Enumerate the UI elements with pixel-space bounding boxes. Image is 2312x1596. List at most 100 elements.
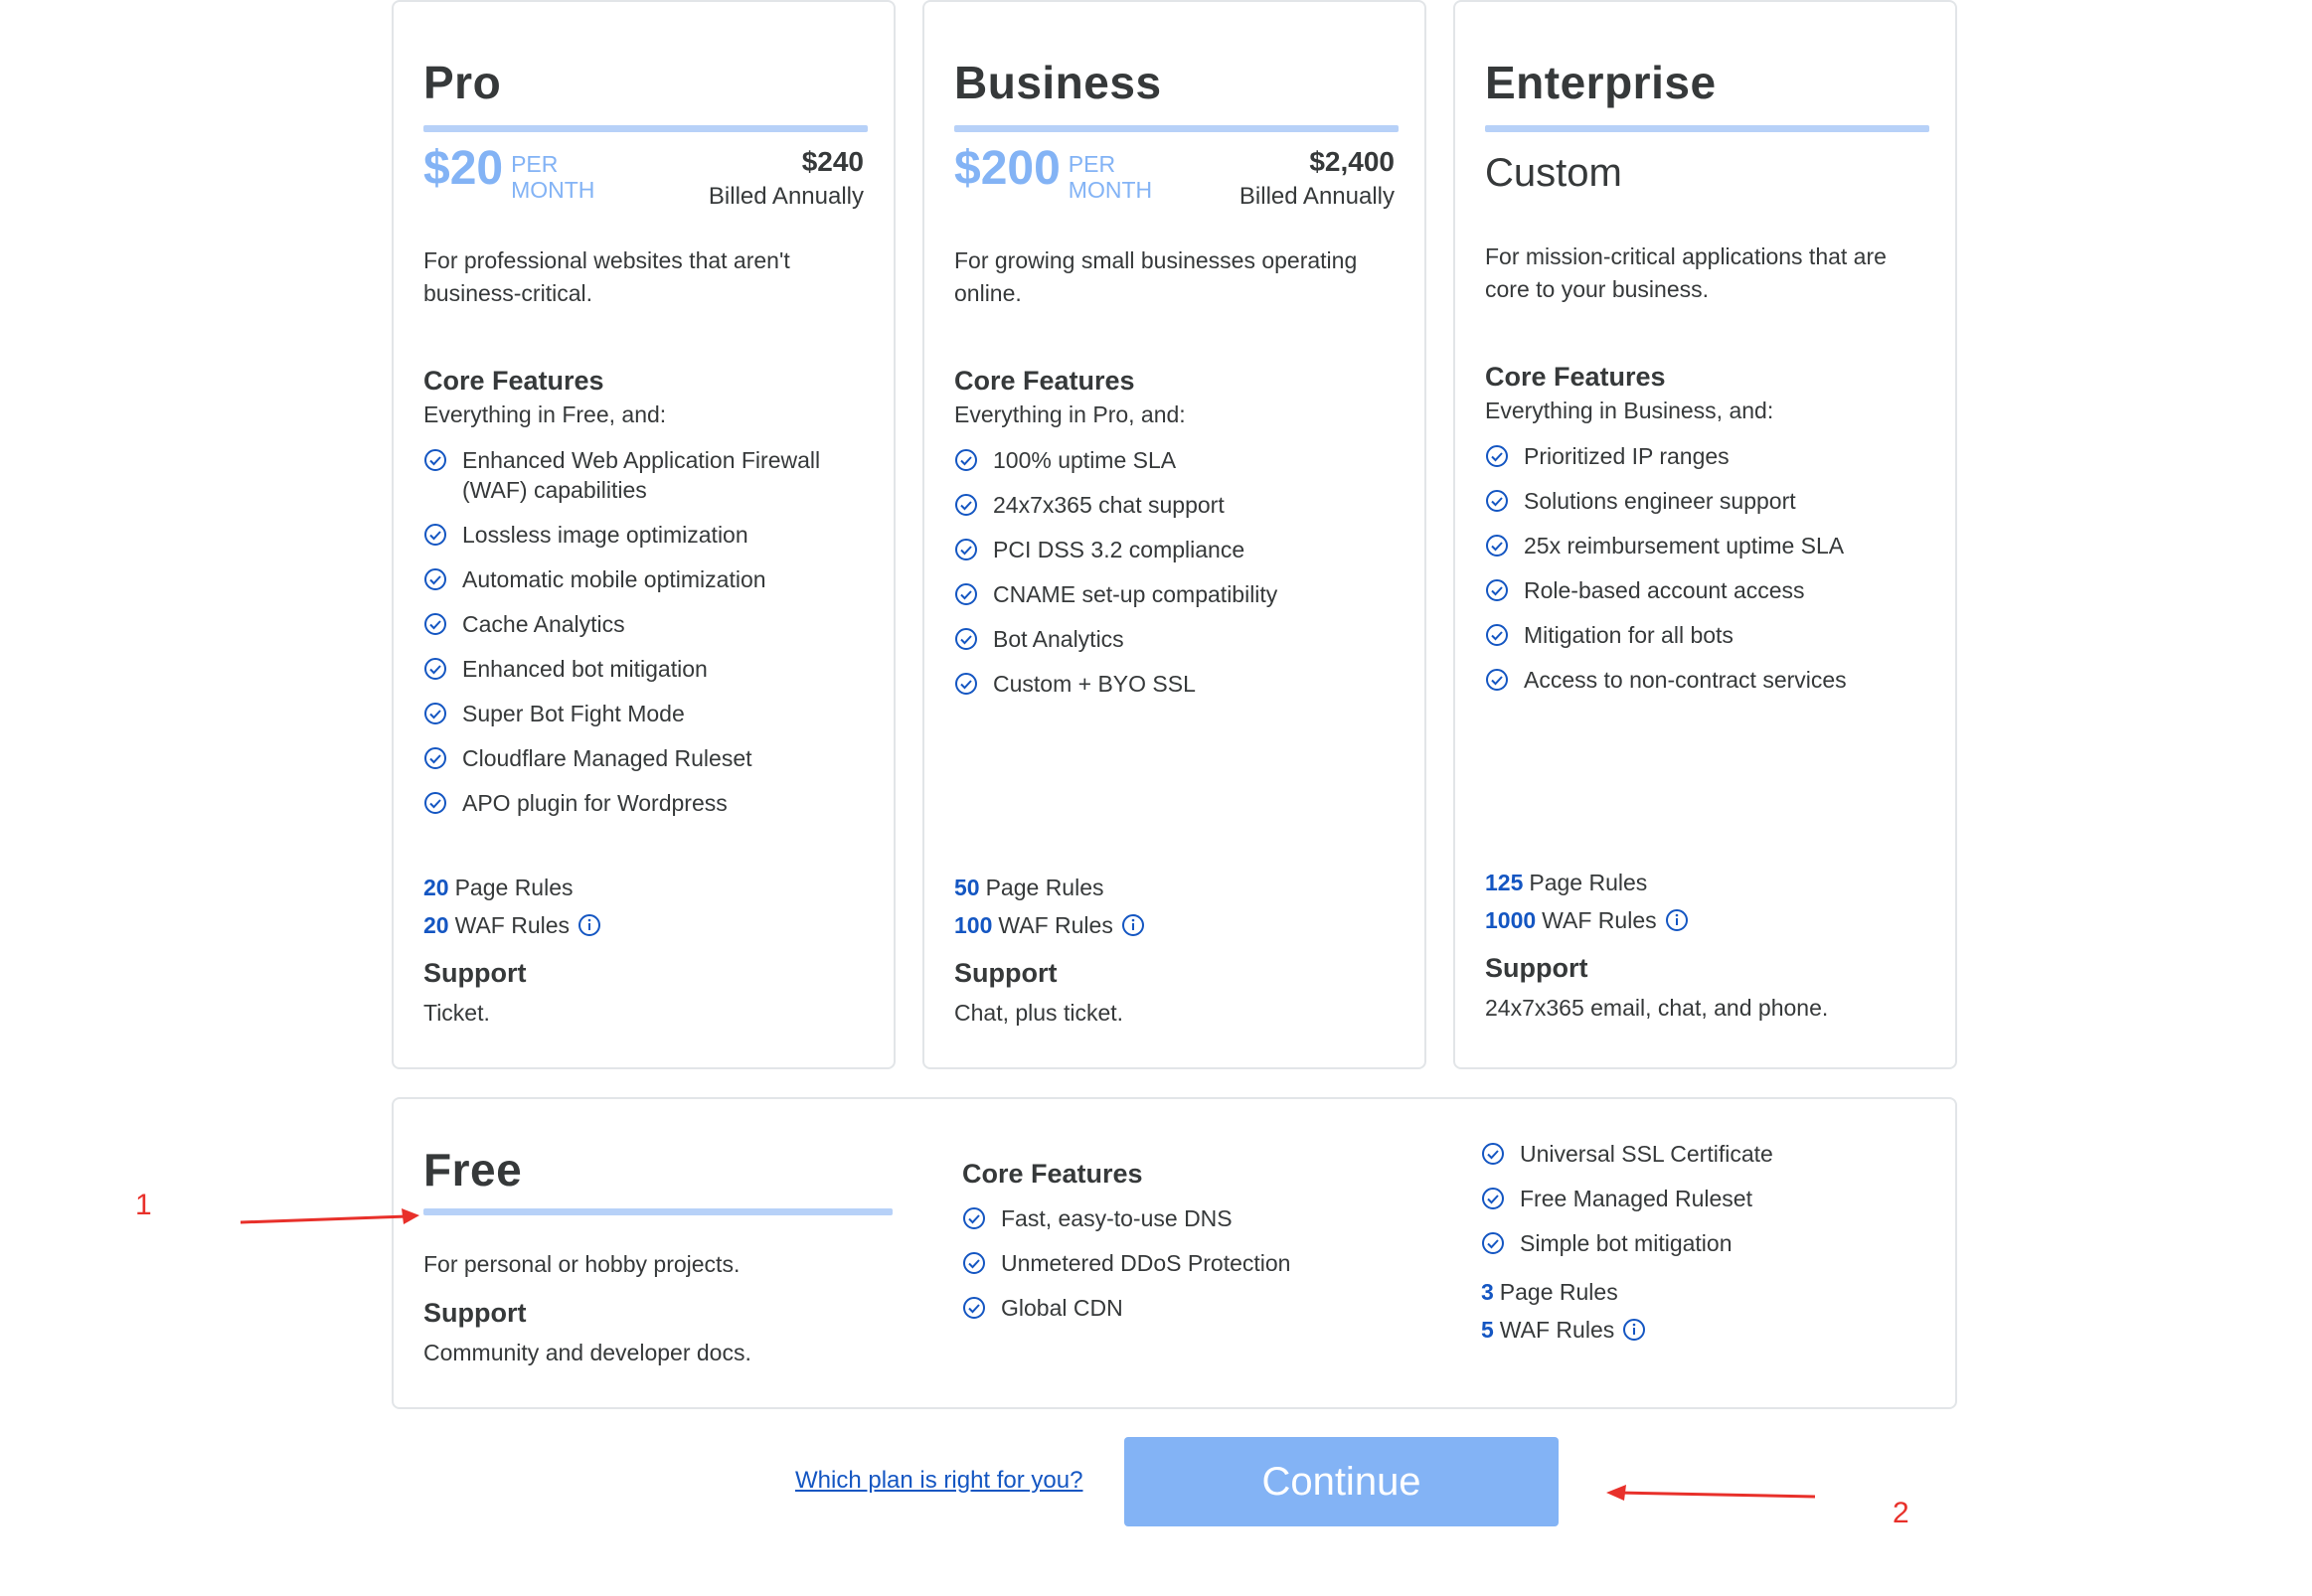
info-circle-icon[interactable]: [1665, 908, 1689, 932]
feature-item: Lossless image optimization: [423, 520, 861, 550]
info-circle-icon[interactable]: [1121, 913, 1145, 937]
feature-item: Cloudflare Managed Ruleset: [423, 743, 861, 773]
title-underline: [423, 125, 868, 132]
feature-item: Free Managed Ruleset: [1481, 1184, 1918, 1213]
support-text: Ticket.: [423, 1000, 490, 1026]
title-underline: [423, 1208, 893, 1215]
feature-label: Enhanced Web Application Firewall (WAF) …: [462, 447, 821, 503]
core-features-subtitle: Everything in Business, and:: [1485, 398, 1774, 423]
info-circle-icon[interactable]: [1622, 1318, 1646, 1342]
check-circle-icon: [963, 1207, 985, 1229]
check-circle-icon: [1486, 579, 1508, 601]
feature-label: Bot Analytics: [993, 626, 1124, 652]
feature-label: Prioritized IP ranges: [1524, 443, 1730, 469]
plan-title: Free: [423, 1144, 523, 1196]
feature-item: CNAME set-up compatibility: [954, 579, 1392, 609]
custom-price: Custom: [1485, 151, 1622, 195]
plan-title: Enterprise: [1485, 57, 1717, 108]
plan-card-free[interactable]: Free For personal or hobby projects. Sup…: [392, 1097, 1957, 1409]
continue-button[interactable]: Continue: [1124, 1437, 1559, 1526]
plan-title: Pro: [423, 57, 502, 108]
feature-item: Cache Analytics: [423, 609, 861, 639]
annual-total: $2,400: [1309, 146, 1395, 177]
which-plan-link[interactable]: Which plan is right for you?: [795, 1467, 1082, 1495]
check-circle-icon: [1482, 1143, 1504, 1165]
feature-label: APO plugin for Wordpress: [462, 790, 728, 816]
check-circle-icon: [1486, 669, 1508, 691]
price-period: PER MONTH: [511, 151, 595, 203]
feature-item: Super Bot Fight Mode: [423, 699, 861, 728]
feature-label: Enhanced bot mitigation: [462, 656, 708, 682]
check-circle-icon: [963, 1297, 985, 1319]
check-circle-icon: [955, 449, 977, 471]
feature-label: Global CDN: [1001, 1295, 1123, 1321]
plan-limits: 50 Page Rules 100 WAF Rules: [954, 869, 1145, 944]
waf-rules: 5 WAF Rules: [1481, 1311, 1918, 1349]
feature-item: Enhanced Web Application Firewall (WAF) …: [423, 445, 861, 505]
plan-card-enterprise[interactable]: Enterprise Custom For mission-critical a…: [1453, 0, 1957, 1069]
annual-price: $240 Billed Annually: [709, 145, 864, 215]
billed-annually-label: Billed Annually: [1239, 183, 1395, 210]
check-circle-icon: [955, 673, 977, 695]
feature-label: 100% uptime SLA: [993, 447, 1177, 473]
feature-label: Solutions engineer support: [1524, 488, 1796, 514]
plan-title: Business: [954, 57, 1162, 108]
title-underline: [954, 125, 1399, 132]
price-amount: $200: [954, 142, 1061, 195]
plan-description: For personal or hobby projects.: [423, 1251, 741, 1277]
core-features-title: Core Features: [1485, 362, 1666, 392]
feature-item: 24x7x365 chat support: [954, 490, 1392, 520]
plan-card-pro[interactable]: Pro $20 PER MONTH $240 Billed Annually Fo…: [392, 0, 896, 1069]
check-circle-icon: [424, 613, 446, 635]
feature-item: Access to non-contract services: [1485, 665, 1922, 695]
info-circle-icon[interactable]: [578, 913, 601, 937]
plan-description: For mission-critical applications that a…: [1485, 243, 1887, 302]
title-underline: [1485, 125, 1929, 132]
support-title: Support: [954, 958, 1058, 988]
feature-item: Automatic mobile optimization: [423, 564, 861, 594]
check-circle-icon: [955, 583, 977, 605]
feature-label: Unmetered DDoS Protection: [1001, 1250, 1291, 1276]
feature-item: Solutions engineer support: [1485, 486, 1922, 516]
page-rules: 50 Page Rules: [954, 875, 1104, 900]
plan-limits: 3 Page Rules 5 WAF Rules: [1481, 1273, 1918, 1349]
feature-label: Mitigation for all bots: [1524, 622, 1734, 648]
plan-limits: 20 Page Rules 20 WAF Rules: [423, 869, 601, 944]
feature-list: Fast, easy-to-use DNS Unmetered DDoS Prot…: [962, 1203, 1400, 1323]
feature-item: Simple bot mitigation: [1481, 1228, 1918, 1258]
feature-label: Role-based account access: [1524, 577, 1805, 603]
waf-rules: 100 WAF Rules: [954, 906, 1145, 944]
feature-label: 24x7x365 chat support: [993, 492, 1225, 518]
feature-item: Custom + BYO SSL: [954, 669, 1392, 699]
feature-item: Mitigation for all bots: [1485, 620, 1922, 650]
plan-card-business[interactable]: Business $200 PER MONTH $2,400 Billed Ann…: [922, 0, 1426, 1069]
feature-label: Simple bot mitigation: [1520, 1230, 1733, 1256]
billed-annually-label: Billed Annually: [708, 183, 864, 210]
feature-item: 100% uptime SLA: [954, 445, 1392, 475]
check-circle-icon: [1482, 1232, 1504, 1254]
core-features-title: Core Features: [954, 366, 1135, 396]
feature-label: Fast, easy-to-use DNS: [1001, 1205, 1233, 1231]
plan-limits: 125 Page Rules 1000 WAF Rules: [1485, 864, 1689, 939]
annotation-number: 2: [1893, 1497, 1909, 1529]
feature-item: Enhanced bot mitigation: [423, 654, 861, 684]
monthly-price: $200 PER MONTH: [954, 142, 1153, 204]
feature-label: Automatic mobile optimization: [462, 566, 766, 592]
page-rules: 3 Page Rules: [1481, 1279, 1618, 1305]
feature-item: PCI DSS 3.2 compliance: [954, 535, 1392, 564]
check-circle-icon: [1486, 624, 1508, 646]
support-text: Chat, plus ticket.: [954, 1000, 1124, 1026]
check-circle-icon: [955, 628, 977, 650]
free-core-features: Core Features Fast, easy-to-use DNS Unmet…: [962, 1159, 1400, 1338]
feature-item: Bot Analytics: [954, 624, 1392, 654]
core-features-title: Core Features: [423, 366, 604, 396]
annual-total: $240: [801, 146, 864, 177]
check-circle-icon: [1486, 445, 1508, 467]
check-circle-icon: [424, 703, 446, 724]
price-period: PER MONTH: [1068, 151, 1153, 203]
feature-item: 25x reimbursement uptime SLA: [1485, 531, 1922, 560]
feature-list: 100% uptime SLA 24x7x365 chat support PCI …: [954, 445, 1392, 714]
waf-rules: 1000 WAF Rules: [1485, 901, 1689, 939]
support-title: Support: [423, 958, 527, 988]
core-features-title: Core Features: [962, 1159, 1143, 1189]
